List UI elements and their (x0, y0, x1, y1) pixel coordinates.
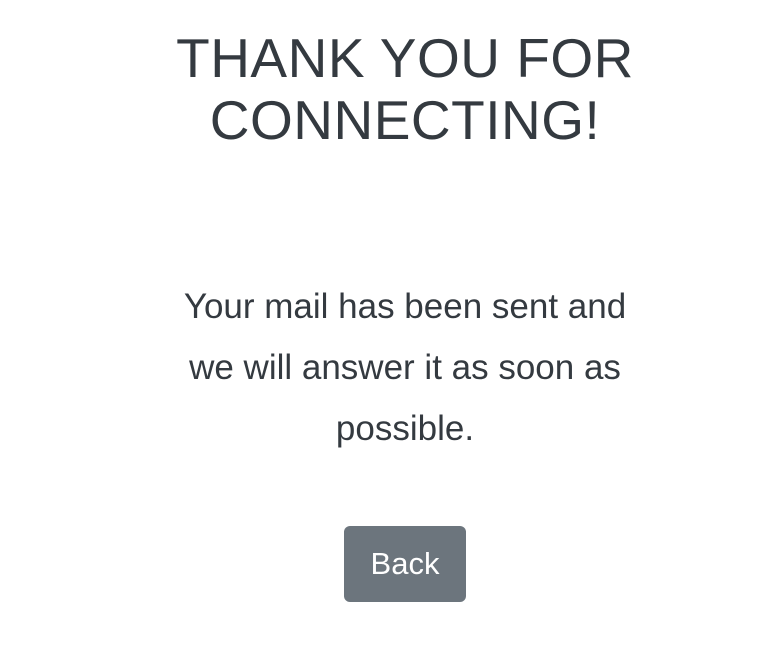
message-line-1: Your mail has been sent and (183, 287, 627, 326)
title-line-1: THANK YOU FOR (176, 27, 634, 89)
confirmation-page: THANK YOU FOR CONNECTING! Your mail has … (0, 0, 784, 658)
page-title: THANK YOU FOR CONNECTING! (0, 27, 784, 151)
back-button[interactable]: Back (344, 526, 466, 602)
confirmation-message: Your mail has been sent and we will answ… (142, 276, 668, 459)
message-line-3: possible. (335, 409, 475, 448)
message-line-2: we will answer it as soon as (189, 348, 621, 387)
title-line-2: CONNECTING! (209, 89, 601, 151)
